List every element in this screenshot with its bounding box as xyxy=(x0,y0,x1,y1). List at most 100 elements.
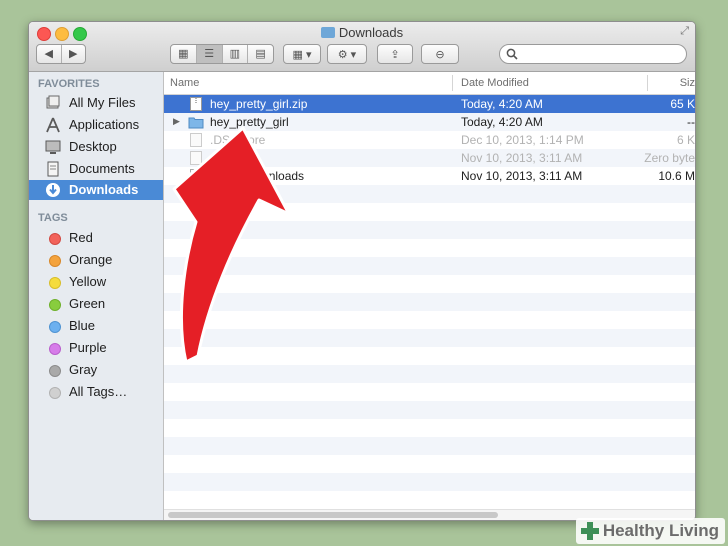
gear-icon: ⚙ ▾ xyxy=(337,48,357,61)
tag-label: Yellow xyxy=(69,274,107,289)
file-date: Today, 4:20 AM xyxy=(461,97,543,111)
sidebar-item-label: Documents xyxy=(69,161,135,176)
tag-dot-icon xyxy=(49,299,61,311)
tag-dot-icon xyxy=(49,321,61,333)
file-row[interactable]: ▶ hey_pretty_girl Today, 4:20 AM -- xyxy=(164,113,695,131)
share-icon: ⇪ xyxy=(390,48,400,61)
documents-icon xyxy=(47,161,59,177)
sidebar: FAVORITES All My Files Applications Desk… xyxy=(29,72,164,520)
plus-logo-icon xyxy=(580,522,599,540)
tag-dot-icon xyxy=(49,343,61,355)
back-button[interactable]: ◀ xyxy=(37,45,62,63)
tag-label: All Tags… xyxy=(69,384,128,399)
tag-label: Gray xyxy=(69,362,98,377)
share-button[interactable]: ⇪ xyxy=(377,44,413,64)
scrollbar-thumb[interactable] xyxy=(168,512,498,518)
disclosure-triangle-icon[interactable]: ▶ xyxy=(173,116,180,127)
file-name: hey_pretty_girl xyxy=(210,115,289,129)
folder-icon xyxy=(320,27,335,38)
file-date: Nov 10, 2013, 3:11 AM xyxy=(461,169,583,183)
tag-gray[interactable]: Gray xyxy=(29,360,163,380)
tag-label: Red xyxy=(69,230,93,245)
back-forward-buttons: ◀ ▶ xyxy=(36,44,86,64)
tag-purple[interactable]: Purple xyxy=(29,338,163,358)
tag-label: Purple xyxy=(69,340,107,355)
tag-dot-icon xyxy=(49,387,61,399)
tag-dot-icon xyxy=(49,365,61,377)
arrange-menu-button[interactable]: ▦ ▾ xyxy=(283,44,321,64)
tag-red[interactable]: Red xyxy=(29,228,163,248)
file-name: About Downloads xyxy=(210,169,305,183)
sidebar-item-applications[interactable]: Applications xyxy=(29,115,163,135)
file-name: hey_pretty_girl.zip xyxy=(210,97,308,111)
document-icon xyxy=(190,133,202,147)
search-field[interactable] xyxy=(499,44,687,64)
file-size: Zero byte xyxy=(644,151,695,165)
search-input[interactable] xyxy=(522,47,676,61)
column-name[interactable]: Name xyxy=(170,77,199,89)
file-row[interactable]: hey_pretty_girl.zip Today, 4:20 AM 65 K xyxy=(164,95,695,113)
column-header: Name Date Modified Siz xyxy=(164,72,695,95)
file-size: -- xyxy=(687,115,695,129)
file-name: .l xyxy=(210,151,216,165)
forward-button[interactable]: ▶ xyxy=(62,45,86,63)
tag-label: Orange xyxy=(69,252,113,267)
tag-blue[interactable]: Blue xyxy=(29,316,163,336)
sidebar-item-all-my-files[interactable]: All My Files xyxy=(29,93,163,113)
all-files-icon xyxy=(46,95,60,109)
column-divider[interactable] xyxy=(647,75,648,91)
tag-dot-icon xyxy=(49,255,61,267)
sidebar-item-downloads[interactable]: Downloads xyxy=(29,180,163,200)
document-icon xyxy=(190,151,202,165)
all-tags[interactable]: All Tags… xyxy=(29,382,163,402)
desktop-icon xyxy=(45,140,61,154)
tag-label: Blue xyxy=(69,318,96,333)
sidebar-item-label: Desktop xyxy=(69,139,117,154)
file-row[interactable]: About Downloads Nov 10, 2013, 3:11 AM 10… xyxy=(164,167,695,185)
icon-view-icon[interactable]: ▦ xyxy=(171,45,197,63)
file-date: Nov 10, 2013, 3:11 AM xyxy=(461,151,583,165)
applications-icon xyxy=(46,117,60,133)
title-bar: Downloads ⤢ ◀ ▶ ▦ ☰ ▥ ▤ ▦ ▾ ⚙ ▾ ⇪ ⊖ xyxy=(29,22,695,72)
watermark: Healthy Living xyxy=(575,518,725,544)
tag-yellow[interactable]: Yellow xyxy=(29,272,163,292)
file-row[interactable]: .l Nov 10, 2013, 3:11 AM Zero byte xyxy=(164,149,695,167)
column-date-modified[interactable]: Date Modified xyxy=(461,77,529,89)
sidebar-item-desktop[interactable]: Desktop xyxy=(29,137,163,157)
sidebar-item-label: Downloads xyxy=(69,182,139,197)
fullscreen-icon[interactable]: ⤢ xyxy=(680,25,689,38)
tag-label: Green xyxy=(69,296,106,311)
document-icon xyxy=(190,169,202,183)
zip-file-icon xyxy=(190,97,202,111)
watermark-text: Healthy Living xyxy=(602,521,719,540)
tag-orange[interactable]: Orange xyxy=(29,250,163,270)
search-icon xyxy=(506,48,518,60)
tag-green[interactable]: Green xyxy=(29,294,163,314)
file-size: 6 K xyxy=(676,133,695,147)
file-size: 65 K xyxy=(670,97,695,111)
arrange-icon: ▦ ▾ xyxy=(292,48,312,61)
file-size: 10.6 M xyxy=(658,169,695,183)
list-view-icon[interactable]: ☰ xyxy=(196,45,223,63)
tag-icon: ⊖ xyxy=(435,48,445,61)
column-view-icon[interactable]: ▥ xyxy=(223,45,249,63)
folder-icon xyxy=(188,117,204,129)
column-size[interactable]: Siz xyxy=(680,77,695,89)
finder-window: Downloads ⤢ ◀ ▶ ▦ ☰ ▥ ▤ ▦ ▾ ⚙ ▾ ⇪ ⊖ FAVO… xyxy=(28,21,696,521)
file-rows: hey_pretty_girl.zip Today, 4:20 AM 65 K … xyxy=(164,95,695,510)
sidebar-item-documents[interactable]: Documents xyxy=(29,159,163,179)
action-menu-button[interactable]: ⚙ ▾ xyxy=(327,44,367,64)
favorites-header: FAVORITES xyxy=(38,78,100,90)
file-name: .DS_Store xyxy=(210,133,266,147)
file-list: Name Date Modified Siz hey_pretty_girl.z… xyxy=(164,72,695,520)
tags-button[interactable]: ⊖ xyxy=(421,44,459,64)
cover-flow-icon[interactable]: ▤ xyxy=(248,45,273,63)
file-date: Today, 4:20 AM xyxy=(461,115,543,129)
column-divider[interactable] xyxy=(452,75,453,91)
file-row[interactable]: .DS_Store Dec 10, 2013, 1:14 PM 6 K xyxy=(164,131,695,149)
sidebar-item-label: Applications xyxy=(69,117,140,132)
file-date: Dec 10, 2013, 1:14 PM xyxy=(461,133,584,147)
tag-dot-icon xyxy=(49,277,61,289)
tags-header: TAGS xyxy=(38,212,68,224)
view-mode-buttons: ▦ ☰ ▥ ▤ xyxy=(170,44,274,64)
